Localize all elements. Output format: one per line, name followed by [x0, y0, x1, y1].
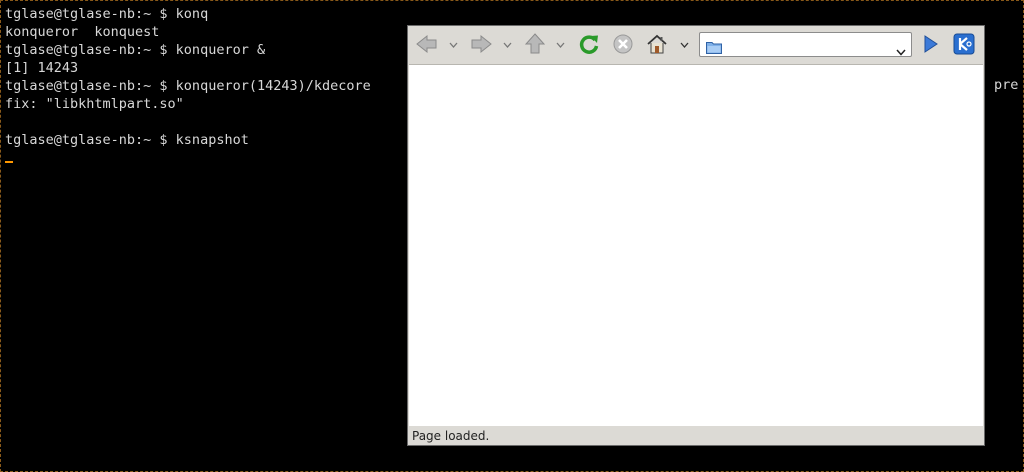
- browser-toolbar: [408, 26, 984, 64]
- page-view[interactable]: [409, 64, 983, 426]
- home-dropdown[interactable]: [680, 40, 689, 49]
- status-bar-text: Page loaded.: [412, 429, 490, 443]
- location-combobox[interactable]: [699, 32, 912, 57]
- back-history-dropdown[interactable]: [449, 40, 458, 49]
- terminal-wrapped-text: pre: [994, 77, 1019, 93]
- terminal-cursor: [5, 161, 13, 163]
- forward-history-dropdown[interactable]: [503, 40, 512, 49]
- back-arrow-icon[interactable]: [416, 33, 438, 55]
- kde-logo-icon[interactable]: [953, 33, 975, 55]
- konqueror-window[interactable]: Page loaded.: [407, 25, 985, 446]
- up-dropdown[interactable]: [556, 40, 565, 49]
- folder-icon: [706, 39, 722, 58]
- up-arrow-icon[interactable]: [524, 33, 546, 55]
- home-icon[interactable]: [646, 33, 668, 55]
- reload-icon[interactable]: [578, 33, 600, 55]
- go-arrow-icon[interactable]: [920, 33, 942, 55]
- terminal-line: tglase@tglase-nb:~ $ konq: [5, 6, 209, 22]
- chevron-down-icon[interactable]: [896, 41, 906, 60]
- stop-icon[interactable]: [612, 33, 634, 55]
- forward-arrow-icon[interactable]: [470, 33, 492, 55]
